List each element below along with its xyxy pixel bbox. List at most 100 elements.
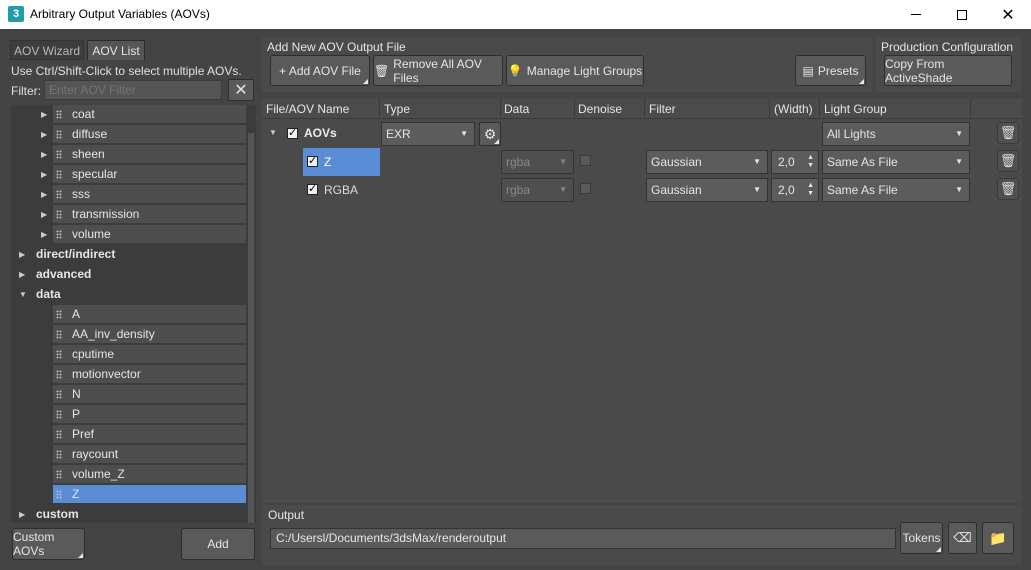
aov-row-z[interactable]: Z rgba ▼ Gaussian ▼ 2,0 ▲▼ Same As File … xyxy=(262,148,1022,176)
add-label: Add xyxy=(207,537,229,551)
browse-folder-button[interactable]: 📁 xyxy=(982,522,1014,554)
spinner-arrows-icon[interactable]: ▲ ▼ xyxy=(807,182,814,198)
chevron-right-icon[interactable]: ▶ xyxy=(41,205,47,224)
manage-light-groups-button[interactable]: 💡 Manage Light Groups xyxy=(506,55,644,86)
filter-width-stepper[interactable]: 2,0 ▲ ▼ xyxy=(771,178,819,202)
delete-file-button[interactable]: 🗑 xyxy=(997,122,1019,144)
add-group-label: Add New AOV Output File xyxy=(267,40,406,54)
tree-item[interactable]: ▶ sheen xyxy=(41,145,246,164)
clear-output-button[interactable]: ⌫ xyxy=(948,522,977,554)
drag-handle-icon[interactable] xyxy=(56,110,62,119)
denoise-checkbox[interactable] xyxy=(580,155,591,166)
close-button[interactable]: ✕ xyxy=(985,0,1031,29)
tree-item[interactable]: N xyxy=(53,385,246,404)
drag-handle-icon[interactable] xyxy=(56,450,62,459)
chevron-right-icon[interactable]: ▶ xyxy=(19,505,25,523)
tree-item[interactable]: AA_inv_density xyxy=(53,325,246,344)
chevron-right-icon[interactable]: ▶ xyxy=(41,165,47,184)
tree-group[interactable]: ▶ direct/indirect xyxy=(11,245,246,264)
drag-handle-icon[interactable] xyxy=(56,230,62,239)
tree-group[interactable]: ▶ custom xyxy=(11,505,246,523)
drag-handle-icon[interactable] xyxy=(56,170,62,179)
drag-handle-icon[interactable] xyxy=(56,310,62,319)
tree-item[interactable]: Z xyxy=(53,485,246,504)
drag-handle-icon[interactable] xyxy=(56,130,62,139)
tree-item-label: N xyxy=(72,387,81,401)
remove-all-aov-files-button[interactable]: 🗑 Remove All AOV Files xyxy=(373,55,503,86)
drag-handle-icon[interactable] xyxy=(56,330,62,339)
file-settings-button[interactable]: ⚙ xyxy=(479,122,501,146)
maximize-button[interactable] xyxy=(939,0,985,29)
header-filter: Filter xyxy=(649,102,676,116)
drag-handle-icon[interactable] xyxy=(56,350,62,359)
drag-handle-icon[interactable] xyxy=(56,190,62,199)
tree-item[interactable]: raycount xyxy=(53,445,246,464)
aov-filter-select[interactable]: Gaussian ▼ xyxy=(646,178,768,202)
tree-item[interactable]: ▶ sss xyxy=(41,185,246,204)
presets-button[interactable]: ▤ Presets xyxy=(795,55,866,86)
tokens-button[interactable]: Tokens xyxy=(900,522,943,554)
aov-light-group-select[interactable]: Same As File ▼ xyxy=(822,178,970,202)
tree-item[interactable]: volume_Z xyxy=(53,465,246,484)
aov-name-cell[interactable]: Z xyxy=(303,148,380,176)
drag-handle-icon[interactable] xyxy=(56,390,62,399)
output-label: Output xyxy=(268,508,305,522)
drag-handle-icon[interactable] xyxy=(56,410,62,419)
aov-rgba-checkbox[interactable] xyxy=(307,182,318,195)
tree-item[interactable]: A xyxy=(53,305,246,324)
aov-filter-select[interactable]: Gaussian ▼ xyxy=(646,150,768,174)
chevron-right-icon[interactable]: ▶ xyxy=(19,265,25,284)
tree-item[interactable]: ▶ diffuse xyxy=(41,125,246,144)
custom-aovs-button[interactable]: Custom AOVs xyxy=(12,528,85,560)
denoise-checkbox[interactable] xyxy=(580,183,591,194)
tree-item[interactable]: motionvector xyxy=(53,365,246,384)
tree-scrollbar[interactable] xyxy=(248,133,254,523)
delete-aov-button[interactable]: 🗑 xyxy=(997,178,1019,200)
chevron-right-icon[interactable]: ▶ xyxy=(41,145,47,164)
tree-item[interactable]: Pref xyxy=(53,425,246,444)
aov-filter-input[interactable] xyxy=(44,80,222,100)
drag-handle-icon[interactable] xyxy=(56,470,62,479)
tab-aov-list[interactable]: AOV List xyxy=(87,40,145,60)
drag-handle-icon[interactable] xyxy=(56,370,62,379)
delete-aov-button[interactable]: 🗑 xyxy=(997,150,1019,172)
drag-handle-icon[interactable] xyxy=(56,490,62,499)
chevron-down-icon: ▼ xyxy=(753,185,761,194)
remove-all-label: Remove All AOV Files xyxy=(393,56,482,85)
chevron-right-icon[interactable]: ▶ xyxy=(41,125,47,144)
aov-file-row[interactable]: ▼ AOVs EXR ▼ ⚙ All Lights ▼ 🗑 xyxy=(262,120,1022,148)
chevron-right-icon[interactable]: ▶ xyxy=(41,185,47,204)
aov-file-checkbox[interactable] xyxy=(287,126,298,139)
tree-group[interactable]: ▶ advanced xyxy=(11,265,246,284)
aov-row-rgba[interactable]: RGBA rgba ▼ Gaussian ▼ 2,0 ▲▼ Same As Fi… xyxy=(262,176,1022,204)
add-aov-file-button[interactable]: + Add AOV File xyxy=(270,55,370,86)
add-button[interactable]: Add xyxy=(181,528,255,560)
tree-item[interactable]: ▶ specular xyxy=(41,165,246,184)
tree-item[interactable]: ▶ volume xyxy=(41,225,246,244)
chevron-right-icon[interactable]: ▶ xyxy=(19,245,25,264)
minimize-button[interactable] xyxy=(893,0,939,29)
chevron-right-icon[interactable]: ▶ xyxy=(41,225,47,244)
tree-group[interactable]: ▼ data xyxy=(11,285,246,304)
drag-handle-icon[interactable] xyxy=(56,210,62,219)
collapse-arrow-icon[interactable]: ▼ xyxy=(269,128,277,137)
aov-z-checkbox[interactable] xyxy=(307,154,318,167)
output-path-field[interactable]: C:/Usersl/Documents/3dsMax/renderoutput xyxy=(270,528,896,549)
file-type-select[interactable]: EXR ▼ xyxy=(381,122,475,146)
tree-item[interactable]: ▶ transmission xyxy=(41,205,246,224)
filter-width-stepper[interactable]: 2,0 ▲ ▼ xyxy=(771,150,819,174)
clear-filter-button[interactable]: ✕ xyxy=(228,79,254,101)
spinner-arrows-icon[interactable]: ▲ ▼ xyxy=(807,154,814,170)
tab-aov-wizard[interactable]: AOV Wizard xyxy=(10,40,84,60)
copy-from-activeshade-label: Copy From ActiveShade xyxy=(885,56,953,85)
tree-item[interactable]: ▶ coat xyxy=(41,105,246,124)
drag-handle-icon[interactable] xyxy=(56,430,62,439)
copy-from-activeshade-button[interactable]: Copy From ActiveShade xyxy=(884,55,1012,86)
drag-handle-icon[interactable] xyxy=(56,150,62,159)
aov-light-group-select[interactable]: Same As File ▼ xyxy=(822,150,970,174)
chevron-down-icon[interactable]: ▼ xyxy=(19,285,27,304)
chevron-right-icon[interactable]: ▶ xyxy=(41,105,47,124)
tree-item[interactable]: P xyxy=(53,405,246,424)
tree-item[interactable]: cputime xyxy=(53,345,246,364)
file-light-group-select[interactable]: All Lights ▼ xyxy=(822,122,970,146)
